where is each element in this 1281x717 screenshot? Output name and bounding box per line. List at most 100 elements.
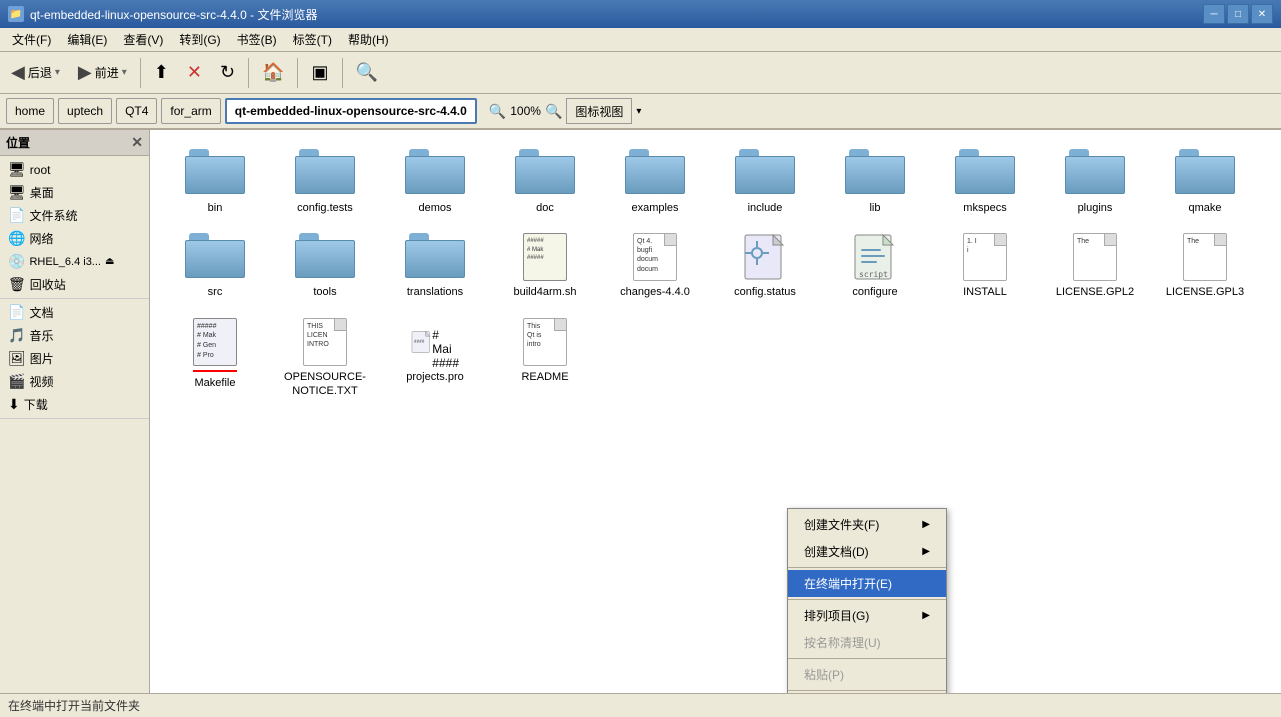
file-item-makefile[interactable]: ###### Mak# Gen# Pro Makefile [160,309,270,408]
menu-tabs[interactable]: 标签(T) [285,29,340,50]
file-item-src[interactable]: src [160,224,270,308]
breadcrumb-for-arm[interactable]: for_arm [161,98,220,124]
sidebar-label-music: 音乐 [29,327,53,344]
statusbar: 在终端中打开当前文件夹 [0,693,1281,717]
file-label: lib [869,201,880,215]
file-label: demos [418,201,451,215]
menu-file[interactable]: 文件(F) [4,29,59,50]
sidebar-item-music[interactable]: 🎵 音乐 [0,324,149,347]
file-item-changes[interactable]: Qt 4.bugfidocumdocum changes-4.4.0 [600,224,710,308]
sidebar-item-network[interactable]: 🌐 网络 [0,227,149,250]
view-dropdown-icon[interactable]: ▾ [636,106,641,117]
folder-icon [295,233,355,281]
file-item-projects-pro[interactable]: ##### Mai#### projects.pro [380,309,490,408]
sidebar-item-root[interactable]: 🖥 root [0,158,149,181]
doc-file-icon: Qt 4.bugfidocumdocum [633,233,677,281]
separator-2 [248,58,249,88]
forward-button[interactable]: ▶ 前进 ▾ [71,56,134,90]
context-menu: 创建文件夹(F) ▶ 创建文档(D) ▶ 在终端中打开(E) 排列项目(G) ▶… [787,508,947,693]
up-button[interactable]: ⬆ [147,56,176,90]
view-mode-button[interactable]: 图标视图 [566,98,632,124]
file-item-build4arm[interactable]: ###### Mak##### build4arm.sh [490,224,600,308]
folder-icon [185,233,245,281]
minimize-button[interactable]: ─ [1203,4,1225,24]
ctx-separator-2 [788,599,946,600]
file-item-examples[interactable]: examples [600,140,710,224]
sidebar-item-video[interactable]: 🎬 视频 [0,370,149,393]
sidebar-close-button[interactable]: ✕ [131,134,143,151]
breadcrumb-home[interactable]: home [6,98,54,124]
ctx-open-terminal[interactable]: 在终端中打开(E) [788,570,946,597]
sidebar-item-documents[interactable]: 📄 文档 [0,301,149,324]
separator-1 [140,58,141,88]
sidebar-label-network: 网络 [29,230,53,247]
menu-view[interactable]: 查看(V) [115,29,171,50]
makefile-file-icon: ###### Mak# Gen# Pro [193,318,237,366]
folder-icon [405,233,465,281]
zoom-controls: 🔍 100% 🔍 [489,103,563,120]
sidebar-item-filesystem[interactable]: 📄 文件系统 [0,204,149,227]
file-item-opensource-notice[interactable]: THISLICENINTRO OPENSOURCE-NOTICE.TXT [270,309,380,408]
txt-file-icon: The [1073,233,1117,281]
file-item-demos[interactable]: demos [380,140,490,224]
txt-file-icon: 1. Ii [963,233,1007,281]
file-item-lib[interactable]: lib [820,140,930,224]
file-item-config-tests[interactable]: config.tests [270,140,380,224]
back-label: 后退 [28,64,52,81]
sidebar-header: 位置 ✕ [0,130,149,156]
file-label: config.status [734,285,796,299]
terminal-button[interactable]: ▣ [304,56,335,90]
file-item-license-gpl3[interactable]: The LICENSE.GPL3 [1150,224,1260,308]
back-button[interactable]: ◀ 后退 ▾ [4,56,67,90]
sidebar-item-rhel[interactable]: 💿 RHEL_6.4 i3... ⏏ [0,250,149,273]
sidebar-item-desktop[interactable]: 🖥 桌面 [0,181,149,204]
sidebar-item-pictures[interactable]: 🖼 图片 [0,347,149,370]
home-icon: 🏠 [262,62,284,83]
sidebar-label-filesystem: 文件系统 [29,207,77,224]
menu-help[interactable]: 帮助(H) [340,29,397,50]
sidebar-label-documents: 文档 [29,304,53,321]
breadcrumb-uptech[interactable]: uptech [58,98,112,124]
ctx-arrange[interactable]: 排列项目(G) ▶ [788,602,946,629]
file-item-readme[interactable]: ThisQt isintro README [490,309,600,408]
refresh-button[interactable]: ↻ [213,56,242,90]
menu-go[interactable]: 转到(G) [171,29,228,50]
zoom-in-icon[interactable]: 🔍 [545,103,562,120]
zoom-out-icon[interactable]: 🔍 [489,103,506,120]
folder-icon [845,149,905,197]
breadcrumb-current[interactable]: qt-embedded-linux-opensource-src-4.4.0 [225,98,477,124]
find-icon: 🔍 [356,62,378,83]
ctx-create-folder[interactable]: 创建文件夹(F) ▶ [788,511,946,538]
maximize-button[interactable]: □ [1227,4,1249,24]
main-layout: 位置 ✕ 🖥 root 🖥 桌面 📄 文件系统 🌐 网络 💿 RHEL_ [0,130,1281,693]
file-label: qmake [1188,201,1221,215]
file-item-include[interactable]: include [710,140,820,224]
sidebar-item-trash[interactable]: 🗑 回收站 [0,273,149,296]
menu-edit[interactable]: 编辑(E) [59,29,115,50]
menu-bookmarks[interactable]: 书签(B) [229,29,285,50]
ctx-label: 创建文件夹(F) [804,516,879,533]
stop-button[interactable]: ✕ [180,56,209,90]
file-item-mkspecs[interactable]: mkspecs [930,140,1040,224]
file-item-doc[interactable]: doc [490,140,600,224]
downloads-icon: ⬇ [8,396,20,413]
file-item-license-gpl2[interactable]: The LICENSE.GPL2 [1040,224,1150,308]
file-item-bin[interactable]: bin [160,140,270,224]
breadcrumb-qt4[interactable]: QT4 [116,98,157,124]
sidebar-item-downloads[interactable]: ⬇ 下载 [0,393,149,416]
sidebar-bookmarks: 📄 文档 🎵 音乐 🖼 图片 🎬 视频 ⬇ 下载 [0,299,149,419]
find-button[interactable]: 🔍 [349,56,385,90]
file-item-translations[interactable]: translations [380,224,490,308]
file-item-tools[interactable]: tools [270,224,380,308]
txt-file-icon: The [1183,233,1227,281]
eject-icon: ⏏ [105,256,114,267]
home-button[interactable]: 🏠 [255,56,291,90]
close-button[interactable]: ✕ [1251,4,1273,24]
file-item-configure[interactable]: script configure [820,224,930,308]
file-label: build4arm.sh [514,285,577,299]
file-item-plugins[interactable]: plugins [1040,140,1150,224]
file-item-qmake[interactable]: qmake [1150,140,1260,224]
file-item-config-status[interactable]: config.status [710,224,820,308]
ctx-create-doc[interactable]: 创建文档(D) ▶ [788,538,946,565]
file-item-install[interactable]: 1. Ii INSTALL [930,224,1040,308]
